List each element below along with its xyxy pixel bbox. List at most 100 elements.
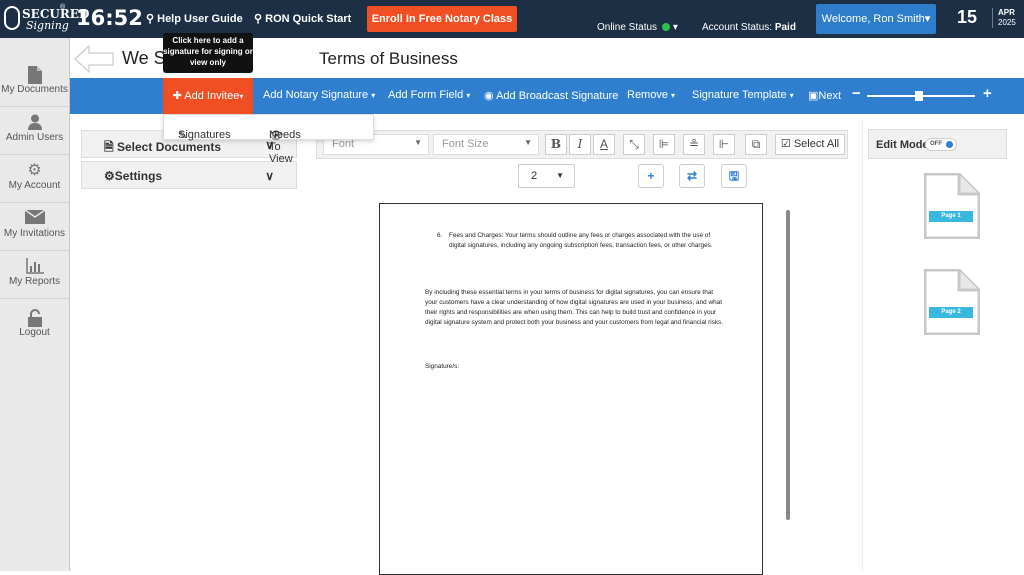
align-right-icon[interactable]: ⊩ <box>713 134 735 155</box>
sidebar-item-my-reports[interactable]: My Reports <box>0 252 69 299</box>
ron-quick-start-label: RON Quick Start <box>265 13 352 25</box>
plus-icon: + <box>647 169 655 183</box>
edit-mode-toggle[interactable]: OFF <box>925 138 957 151</box>
save-button[interactable]: 🖫 <box>721 164 747 188</box>
remove-menu[interactable]: Remove ▾ <box>627 89 675 101</box>
swap-icon: ⇄ <box>686 169 698 183</box>
swap-page-button[interactable]: ⇄ <box>679 164 705 188</box>
pin-icon: ⚲ <box>254 13 263 25</box>
sidebar-item-label: My Account <box>8 180 61 191</box>
sidebar-item-label: Logout <box>19 327 50 338</box>
toggle-knob <box>946 141 953 148</box>
settings-panel[interactable]: ⚙Settings ∨ <box>81 161 297 189</box>
align-left-icon[interactable]: ⊫ <box>653 134 675 155</box>
chevron-down-icon: ∨ <box>265 169 274 183</box>
select-all-button[interactable]: ☑ Select All <box>775 134 845 155</box>
sidebar-item-logout[interactable]: Logout <box>0 303 69 350</box>
add-invitee-button[interactable]: ✚ Add Invitee▾ <box>163 78 253 114</box>
page-thumbnail[interactable]: Page 1 <box>923 172 981 240</box>
zoom-slider-handle[interactable] <box>914 91 923 101</box>
remove-label: Remove <box>627 89 668 101</box>
unlock-icon <box>0 303 69 327</box>
add-invitee-dropdown: ✎ Signatures 👁 Needs To View <box>163 114 374 165</box>
zoom-out-button[interactable]: − <box>852 85 861 102</box>
zoom-in-button[interactable]: + <box>983 85 992 102</box>
align-center-icon[interactable]: ≗ <box>683 134 705 155</box>
online-status-label: Online Status <box>597 22 658 33</box>
list-item-number: 6. <box>437 232 443 239</box>
welcome-label: Welcome, Ron Smith <box>821 13 925 25</box>
top-header: SECURED Signing ® 16:52 ⚲ Help User Guid… <box>0 0 1024 38</box>
format-toolbar: Font ▼ Font Size ▼ B I A ⤡ ⊫ ≗ ⊩ ⧉ ☑ Selec… <box>316 130 848 159</box>
signature-label: Signature/s: <box>425 363 460 370</box>
signing-toolbar: ✚ Add Invitee▾ Add Notary Signature ▾ Ad… <box>70 78 1024 114</box>
sidebar-item-my-documents[interactable]: My Documents <box>0 60 69 107</box>
bold-button[interactable]: B <box>545 134 567 155</box>
caret-down-icon: ▾ <box>466 91 471 100</box>
caret-down-icon: ▾ <box>671 91 676 100</box>
page-thumbnail-label: Page 2 <box>929 307 973 318</box>
select-documents-header: 🗎 Select Documents <box>104 138 221 159</box>
online-status[interactable]: Online Status ▾ <box>597 22 678 33</box>
page-thumbnail[interactable]: Page 2 <box>923 268 981 336</box>
broadcast-icon: ◉ <box>484 90 494 102</box>
signature-template-menu[interactable]: Signature Template ▾ <box>692 89 794 101</box>
add-invitee-tooltip: Click here to add a signature for signin… <box>163 33 253 73</box>
italic-button[interactable]: I <box>569 134 591 155</box>
help-user-guide-link[interactable]: ⚲ Help User Guide <box>146 12 243 25</box>
font-color-button[interactable]: A <box>593 134 615 155</box>
sidebar-item-my-invitations[interactable]: My Invitations <box>0 204 69 251</box>
add-broadcast-signature-label: Add Broadcast Signature <box>496 90 619 102</box>
caret-down-icon: ▼ <box>556 171 564 180</box>
select-documents-label: Select Documents <box>117 140 222 154</box>
settings-header: ⚙Settings <box>104 169 162 183</box>
add-invitee-label: Add Invitee <box>184 90 240 102</box>
resize-icon[interactable]: ⤡ <box>623 134 645 155</box>
logo[interactable]: SECURED Signing ® <box>4 4 89 34</box>
add-broadcast-signature-button[interactable]: ◉ Add Broadcast Signature <box>484 89 618 102</box>
sidebar: My Documents Admin Users ⚙ My Account My… <box>0 38 70 571</box>
page-thumbnail-icon <box>923 268 981 336</box>
page-select[interactable]: 2 ▼ <box>518 164 575 188</box>
gear-icon: ⚙ <box>27 162 42 179</box>
account-status: Account Status: Paid <box>702 22 796 33</box>
sidebar-item-my-account[interactable]: ⚙ My Account <box>0 156 69 203</box>
select-all-label: Select All <box>793 138 840 150</box>
sidebar-item-label: Admin Users <box>5 132 64 143</box>
page-title: Terms of Business <box>319 49 458 68</box>
checkbox-icon: ☑ <box>780 138 791 150</box>
settings-label: Settings <box>114 169 163 183</box>
back-arrow-button[interactable] <box>74 44 114 74</box>
sidebar-item-admin-users[interactable]: Admin Users <box>0 108 69 155</box>
logo-text-bottom: Signing <box>26 19 69 32</box>
toggle-text: OFF <box>930 141 942 147</box>
shield-logo-icon <box>4 6 20 30</box>
gears-icon: ⚙ <box>104 169 115 183</box>
clock: 16:52 <box>76 6 143 30</box>
add-page-button[interactable]: + <box>638 164 664 188</box>
document-icon <box>0 60 69 84</box>
document-page[interactable]: 6. Fees and Charges: Your terms should o… <box>379 203 763 575</box>
enroll-button[interactable]: Enroll In Free Notary Class <box>367 6 517 32</box>
ron-quick-start-link[interactable]: ⚲ RON Quick Start <box>254 12 351 25</box>
add-notary-signature-label: Add Notary Signature <box>263 89 369 101</box>
welcome-user-menu[interactable]: Welcome, Ron Smith▾ <box>816 4 936 34</box>
next-icon: ▣ <box>808 90 819 102</box>
add-notary-signature-menu[interactable]: Add Notary Signature ▾ <box>263 89 375 101</box>
date-day: 15 <box>957 7 978 27</box>
caret-down-icon: ▼ <box>414 138 422 147</box>
copy-icon[interactable]: ⧉ <box>745 134 767 155</box>
back-arrow-icon <box>74 44 114 74</box>
font-size-select[interactable]: Font Size ▼ <box>433 134 539 155</box>
list-item-text: Fees and Charges: Your terms should outl… <box>449 232 713 249</box>
next-label: Next <box>818 90 842 102</box>
account-status-label: Account Status: <box>702 22 773 33</box>
online-status-caret-icon: ▾ <box>672 22 678 33</box>
caret-down-icon: ▼ <box>524 138 532 147</box>
account-status-value: Paid <box>774 22 796 33</box>
date-month-year: APR 2025 <box>992 8 1016 28</box>
date-year: 2025 <box>998 18 1016 27</box>
document-scrollbar[interactable] <box>786 210 790 520</box>
add-form-field-menu[interactable]: Add Form Field ▾ <box>388 89 470 101</box>
next-button[interactable]: ▣Next <box>808 89 841 102</box>
